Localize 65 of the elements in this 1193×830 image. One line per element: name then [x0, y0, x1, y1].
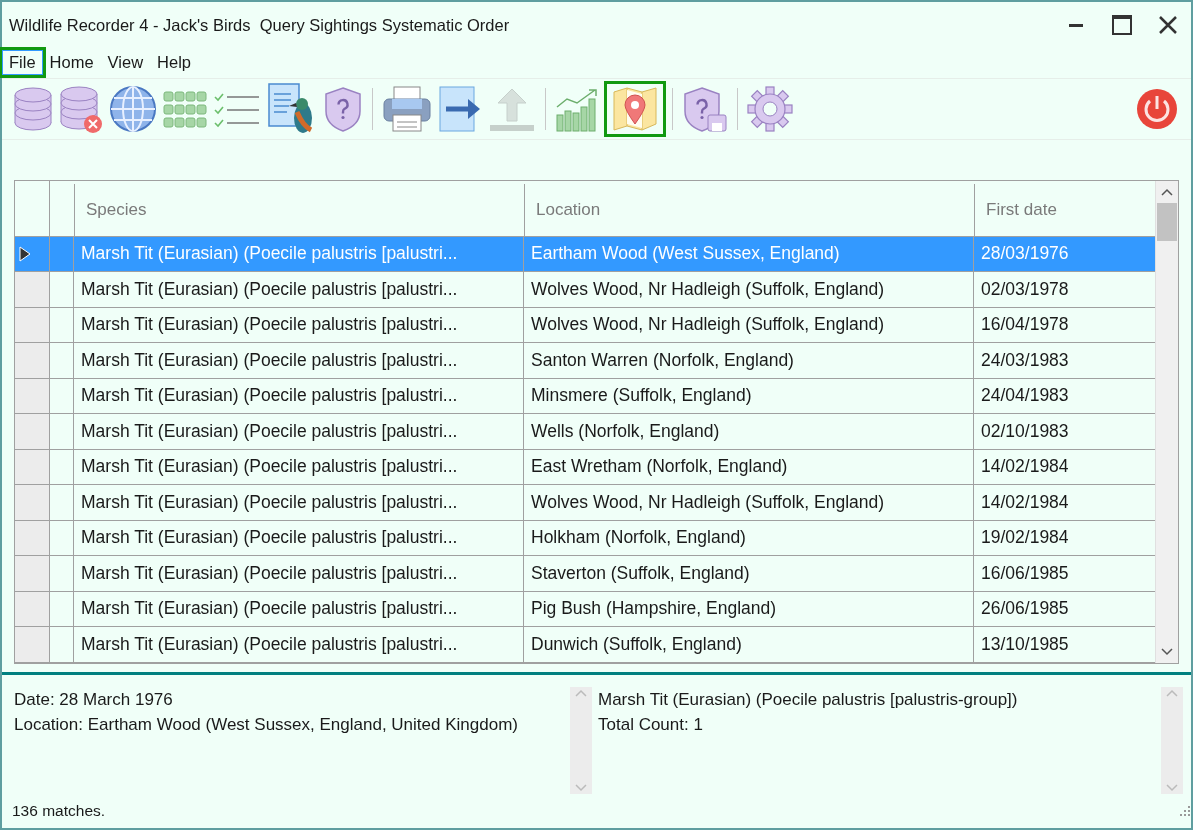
table-cell: Wolves Wood, Nr Hadleigh (Suffolk, England)	[524, 307, 974, 343]
map-pin-icon	[612, 85, 658, 132]
table-cell: Marsh Tit (Eurasian) (Poecile palustris [palustri...	[74, 627, 524, 662]
table-cell: Marsh Tit (Eurasian) (Poecile palustris [palustri...	[74, 485, 524, 520]
vertical-scrollbar[interactable]	[570, 686, 592, 795]
table-cell: Wolves Wood, Nr Hadleigh (Suffolk, England)	[524, 485, 974, 520]
maximize-icon	[1112, 15, 1132, 35]
table-cell: Marsh Tit (Eurasian) (Poecile palustris [palustri...	[74, 414, 524, 449]
resize-grip-icon	[1179, 805, 1191, 818]
grid-icon	[163, 88, 207, 129]
vertical-scrollbar[interactable]	[1161, 686, 1183, 795]
scroll-down-icon	[575, 784, 587, 793]
table-cell: Wolves Wood, Nr Hadleigh (Suffolk, England)	[524, 272, 974, 307]
toolbar-button[interactable]	[604, 80, 666, 137]
table-cell: 28/03/1976	[974, 236, 1155, 272]
scroll-up-icon	[1166, 688, 1178, 697]
detail-text: Location: Eartham Wood (West Sussex, England, United Kingdom)	[14, 713, 519, 736]
row-pointer-icon	[19, 245, 31, 262]
table-cell: Staverton (Suffolk, England)	[524, 556, 974, 591]
menu-item[interactable]: File	[2, 50, 43, 76]
table-cell: Marsh Tit (Eurasian) (Poecile palustris [palustri...	[74, 343, 524, 378]
window-title: Wildlife Recorder 4 - Jack's Birds Query Sightings Systematic Order	[9, 15, 511, 35]
detail-text: Total Count: 1	[598, 713, 704, 736]
shield-question-save-icon	[682, 84, 728, 133]
power-icon	[1136, 87, 1178, 130]
close-icon	[1158, 15, 1178, 35]
printer-icon	[382, 84, 432, 133]
export-arrow-icon	[438, 84, 482, 133]
table-cell: Marsh Tit (Eurasian) (Poecile palustris [palustri...	[74, 591, 524, 627]
scroll-up-icon	[575, 688, 587, 697]
table-cell: Holkham (Norfolk, England)	[524, 520, 974, 556]
shield-question-icon	[323, 84, 363, 133]
row-header[interactable]	[15, 236, 50, 272]
table-cell: Marsh Tit (Eurasian) (Poecile palustris [palustri...	[74, 236, 524, 272]
menu-item[interactable]: View	[100, 50, 151, 76]
minimize-icon	[1069, 23, 1083, 27]
scroll-down-icon	[1161, 647, 1173, 656]
table-cell: Marsh Tit (Eurasian) (Poecile palustris [palustri...	[74, 272, 524, 307]
table-cell: Marsh Tit (Eurasian) (Poecile palustris [palustri...	[74, 520, 524, 556]
column-header[interactable]: Location	[524, 183, 974, 236]
menu-item[interactable]: Help	[150, 50, 198, 76]
detail-text: Date: 28 March 1976	[14, 688, 174, 711]
globe-icon	[109, 84, 157, 133]
database-icon	[13, 84, 53, 133]
table-cell: Pig Bush (Hampshire, England)	[524, 591, 974, 627]
vertical-scrollbar[interactable]	[1155, 180, 1178, 663]
settings-icon	[747, 84, 793, 133]
table-cell: Marsh Tit (Eurasian) (Poecile palustris [palustri...	[74, 556, 524, 591]
table-cell: Dunwich (Suffolk, England)	[524, 627, 974, 662]
status-text: 136 matches.	[12, 802, 107, 821]
scroll-up-icon	[1161, 187, 1173, 196]
detail-text: Marsh Tit (Eurasian) (Poecile palustris [palustris-group])	[598, 688, 1019, 711]
table-cell: Minsmere (Suffolk, England)	[524, 378, 974, 414]
table-cell: Marsh Tit (Eurasian) (Poecile palustris [palustri...	[74, 449, 524, 485]
column-header[interactable]: Species	[74, 183, 524, 236]
scroll-down-icon	[1166, 784, 1178, 793]
database-delete-icon	[59, 83, 103, 134]
table-cell: East Wretham (Norfolk, England)	[524, 449, 974, 485]
table-cell: Marsh Tit (Eurasian) (Poecile palustris [palustri...	[74, 307, 524, 343]
table-cell: Santon Warren (Norfolk, England)	[524, 343, 974, 378]
table-cell: Wells (Norfolk, England)	[524, 414, 974, 449]
scrollbar-thumb[interactable]	[1157, 202, 1177, 241]
table-cell: Marsh Tit (Eurasian) (Poecile palustris [palustri...	[74, 378, 524, 414]
menu-item[interactable]: Home	[42, 50, 101, 76]
table-cell: Eartham Wood (West Sussex, England)	[524, 236, 974, 272]
